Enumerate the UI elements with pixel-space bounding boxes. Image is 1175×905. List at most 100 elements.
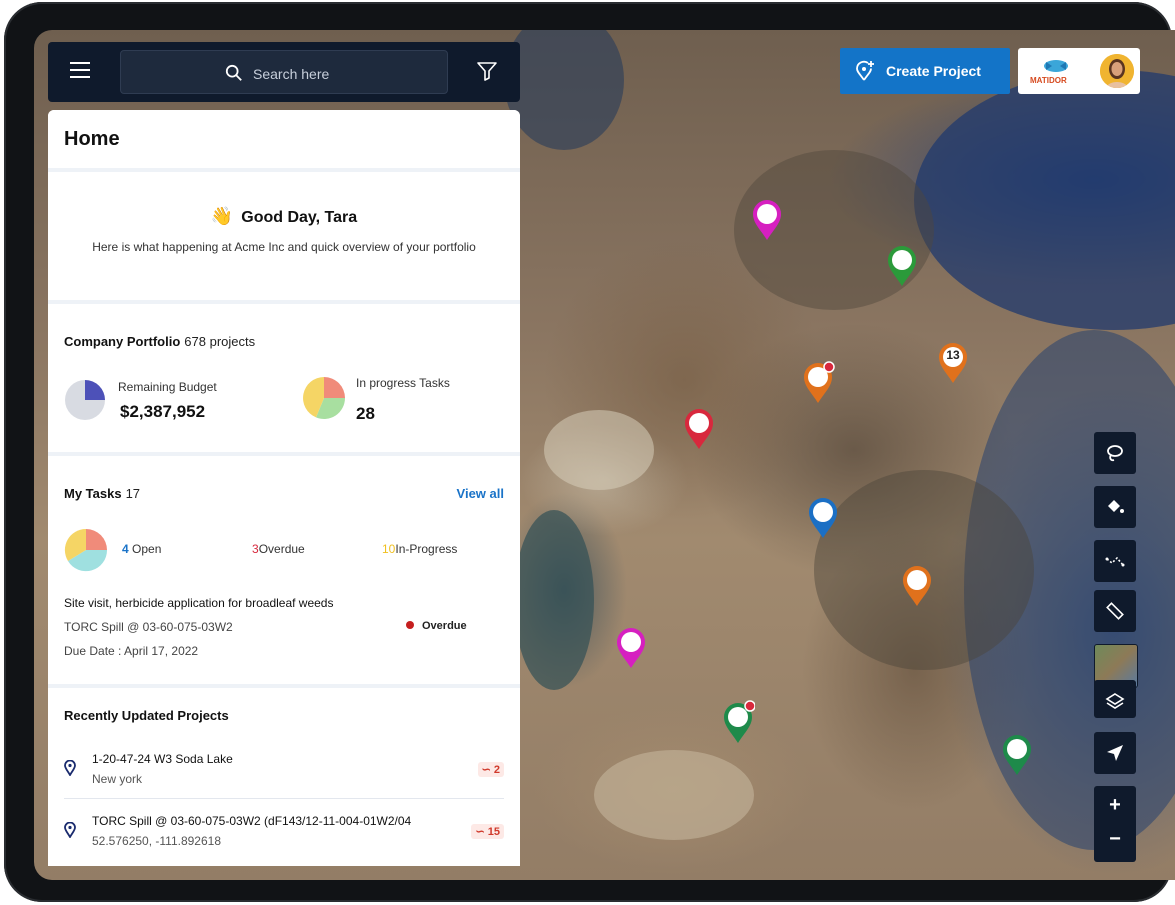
tasks-pie-icon [303,377,345,419]
zoom-in-button[interactable]: + [1094,794,1136,817]
task-location: TORC Spill @ 03-60-075-03W2 [64,620,233,634]
avatar[interactable] [1100,54,1134,88]
layers-button[interactable] [1094,680,1136,718]
inprogress-count: 10 [382,542,396,556]
my-tasks-card: My Tasks 17 View all 4 Open 3Overdue 10In… [48,456,520,684]
search-input[interactable] [251,61,435,87]
portfolio-count: 678 projects [184,334,256,349]
my-tasks-count: 17 [125,486,141,501]
map-salt-flat [594,750,754,840]
view-all-link[interactable]: View all [457,486,504,501]
map-lake [514,510,594,690]
status-badge: Overdue [406,620,467,632]
cluster-pin-icon [939,343,967,383]
lasso-icon [1107,445,1123,462]
overdue-dot-icon [406,621,414,629]
page-title: Home [64,128,120,150]
map-pin-magenta[interactable] [614,625,648,669]
task-title[interactable]: Site visit, herbicide application for br… [64,596,333,610]
update-count: 15 [487,826,500,838]
feed-icon: ∽ [475,826,485,838]
portfolio-card: Company Portfolio 678 projects Remaining … [48,304,520,452]
location-pin-icon [64,760,76,776]
update-count: 2 [493,764,500,776]
tasks-label: In progress Tasks [356,376,450,390]
polyline-tool-button[interactable] [1094,540,1136,582]
paint-bucket-icon [1108,500,1124,513]
map-pin-green[interactable] [1000,732,1034,776]
overdue-stat: 3Overdue [252,542,305,556]
search-box[interactable] [120,50,448,94]
greeting-card: 👋 Good Day, Tara Here is what happening a… [48,172,520,300]
update-badge: ∽ 15 [471,824,504,839]
zoom-out-button[interactable]: − [1094,828,1136,851]
map-water [914,70,1175,330]
lasso-tool-button[interactable] [1094,432,1136,474]
project-name: 1-20-47-24 W3 Soda Lake [92,752,233,766]
top-search-bar [48,42,520,102]
greeting-row: 👋 Good Day, Tara [48,206,520,227]
project-location: New york [92,772,143,786]
recent-projects-card: Recently Updated Projects 1-20-47-24 W3 … [48,688,520,866]
overdue-label: Overdue [258,542,305,556]
project-coordinates: 52.576250, -111.892618 [92,834,222,848]
map-pin-green[interactable] [885,243,919,287]
my-tasks-title: My Tasks [64,486,122,501]
inprogress-label: In-Progress [395,542,458,556]
ruler-icon [1106,602,1124,620]
list-item[interactable]: 1-20-47-24 W3 Soda Lake New york ∽ 2 [48,750,520,796]
home-panel: Home 👋 Good Day, Tara Here is what happen… [48,110,520,866]
greeting-subtitle: Here is what happening at Acme Inc and q… [92,240,476,254]
status-badge-label: Overdue [422,620,467,632]
portfolio-title-row: Company Portfolio 678 projects [64,334,255,349]
feed-icon: ∽ [481,764,491,776]
filter-icon[interactable] [476,60,498,82]
budget-value: $2,387,952 [120,402,206,421]
project-name: TORC Spill @ 03-60-075-03W2 (dF143/12-11… [92,814,412,828]
wave-hand-icon: 👋 [210,206,234,226]
add-location-icon [856,60,874,81]
map-salt-flat [544,410,654,490]
panel-header: Home [48,110,520,168]
tasks-breakdown-pie-icon [64,528,108,572]
divider [64,798,504,799]
create-project-button[interactable]: Create Project [840,48,1010,94]
fill-tool-button[interactable] [1094,486,1136,528]
my-tasks-title-row: My Tasks 17 [64,486,140,501]
list-item[interactable]: TORC Spill @ 03-60-075-03W2 (dF143/12-11… [48,812,520,858]
menu-icon[interactable] [70,62,90,82]
avatar-image [1100,54,1134,88]
map-pin-orange-alert[interactable] [801,360,835,404]
map-pin-red[interactable] [682,406,716,450]
location-pin-icon [64,822,76,838]
open-count: 4 [122,542,129,556]
zoom-control: + − [1094,786,1136,862]
portfolio-title: Company Portfolio [64,334,181,349]
overdue-count: 3 [252,542,259,556]
greeting-text: Good Day, Tara [241,209,358,226]
update-badge: ∽ 2 [477,762,504,777]
tasks-value: 28 [356,404,375,423]
budget-label: Remaining Budget [118,380,217,394]
navigation-arrow-icon [1107,745,1123,761]
polyline-icon [1105,556,1125,567]
measure-tool-button[interactable] [1094,590,1136,632]
locate-me-button[interactable] [1094,732,1136,774]
search-icon [225,64,242,81]
inprogress-stat: 10In-Progress [382,542,457,556]
open-label: Open [132,542,162,556]
recent-projects-title: Recently Updated Projects [64,708,229,723]
account-menu[interactable]: MATIDOR [1018,48,1140,94]
brand-name: MATIDOR [1030,76,1067,85]
map-pin-orange[interactable] [900,563,934,607]
layers-icon [1105,693,1125,709]
map-pin-green-alert[interactable] [721,700,755,744]
task-due-date: Due Date : April 17, 2022 [64,644,199,658]
map-pin-blue[interactable] [806,495,840,539]
create-project-label: Create Project [886,63,981,79]
map-water [504,30,624,150]
cluster-count: 13 [946,348,960,362]
map-cluster-marker[interactable]: 13 [936,340,970,384]
map-pin-magenta[interactable] [750,197,784,241]
budget-pie-icon [65,380,105,420]
